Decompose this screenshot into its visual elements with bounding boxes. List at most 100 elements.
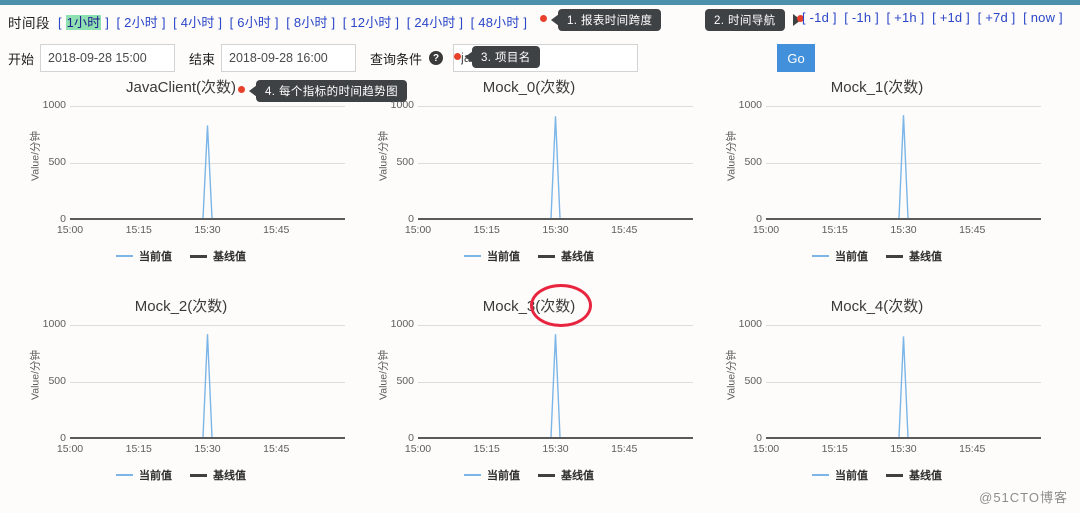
legend-item[interactable]: 当前值 [116, 248, 172, 264]
legend-swatch-icon [190, 254, 207, 258]
time-range-option-label: 8小时 [293, 14, 328, 30]
chart-title: Mock_2(次数) [134, 298, 228, 315]
callout-3-dot [454, 53, 461, 60]
x-axis-tick: 15:30 [542, 443, 569, 455]
plot-area-wrapper: Value/分钟 0 500 1000 15:00 15:15 15:30 15:45 当前值基… [356, 99, 702, 263]
legend-swatch-icon [886, 473, 903, 477]
x-axis-tick-group: 15:00 15:15 15:30 15:45 [405, 224, 693, 240]
legend-item[interactable]: 基线值 [190, 467, 246, 483]
legend-item[interactable]: 基线值 [886, 248, 942, 264]
time-nav-+1d[interactable]: [ +1d ] [932, 10, 970, 25]
legend-item[interactable]: 基线值 [886, 467, 942, 483]
series-line-当前值 [70, 334, 345, 439]
x-axis-tick: 15:45 [611, 224, 638, 236]
chart-card: Mock_4(次数) Value/分钟 0 500 1000 15:00 15:15 15:3… [704, 295, 1050, 513]
legend-swatch-icon [464, 255, 481, 257]
x-axis-tick: 15:30 [194, 224, 221, 236]
x-axis-line [418, 437, 693, 439]
x-axis-line [70, 218, 345, 220]
time-range-option-24小时[interactable]: [ 24小时 ] [407, 15, 464, 30]
time-nav-label: +1h [894, 10, 917, 25]
time-range-option-4小时[interactable]: [ 4小时 ] [173, 15, 222, 30]
time-nav-label: +7d [985, 10, 1008, 25]
chart-title: JavaClient(次数) [125, 79, 237, 96]
x-axis-tick-group: 15:00 15:15 15:30 15:45 [57, 224, 345, 240]
x-axis-tick-group: 15:00 15:15 15:30 15:45 [753, 443, 1041, 459]
legend-label: 基线值 [909, 470, 942, 482]
time-nav-label: -1h [851, 10, 872, 25]
plot-area-wrapper: Value/分钟 0 500 1000 15:00 15:15 15:30 15:45 当前值基… [8, 318, 354, 482]
legend-item[interactable]: 基线值 [538, 467, 594, 483]
y-axis-tick: 500 [744, 375, 762, 387]
help-icon[interactable]: ? [429, 51, 444, 65]
series-canvas [766, 336, 1041, 439]
end-datetime-input[interactable] [221, 44, 357, 72]
legend-swatch-icon [190, 473, 207, 477]
legend-item[interactable]: 基线值 [538, 248, 594, 264]
legend-swatch-icon [116, 255, 133, 257]
legend-item[interactable]: 当前值 [812, 248, 868, 264]
legend-item[interactable]: 当前值 [812, 467, 868, 483]
bracket-close: ] [101, 14, 110, 30]
time-range-label: 时间段 [8, 15, 50, 31]
bracket-close: ] [455, 14, 464, 30]
chart-card: Mock_3(次数) Value/分钟 0 500 1000 15:00 15:15 15:3… [356, 295, 702, 513]
y-axis-tick: 1000 [42, 99, 66, 111]
time-range-option-12小时[interactable]: [ 12小时 ] [343, 15, 400, 30]
series-canvas [418, 334, 693, 439]
legend-label: 当前值 [487, 251, 520, 263]
x-axis-tick-group: 15:00 15:15 15:30 15:45 [405, 443, 693, 459]
start-datetime-input[interactable] [40, 44, 176, 72]
x-axis-tick: 15:00 [56, 443, 84, 455]
legend-label: 当前值 [139, 470, 172, 482]
time-nav-now[interactable]: [ now ] [1023, 10, 1063, 25]
y-axis-tick: 1000 [738, 318, 762, 330]
x-axis-line [766, 437, 1041, 439]
x-axis-tick: 15:30 [890, 224, 917, 236]
callout-3-text: 3. 项目名 [481, 52, 531, 64]
time-range-option-label: 1小时 [65, 14, 102, 30]
legend-item[interactable]: 基线值 [190, 248, 246, 264]
time-range-option-1小时[interactable]: [ 1小时 ] [58, 14, 110, 30]
x-axis-tick: 15:30 [194, 443, 221, 455]
chart-legend: 当前值 基线值 [8, 248, 354, 264]
time-range-option-label: 12小时 [350, 14, 392, 30]
legend-item[interactable]: 当前值 [464, 248, 520, 264]
chart-card: JavaClient(次数) Value/分钟 0 500 1000 15:00 15:15… [8, 76, 354, 294]
time-range-option-2小时[interactable]: [ 2小时 ] [117, 15, 166, 30]
y-axis-tick: 1000 [42, 318, 66, 330]
legend-swatch-icon [886, 254, 903, 258]
legend-swatch-icon [116, 474, 133, 476]
x-axis-tick: 15:00 [752, 443, 780, 455]
x-axis-tick: 15:15 [821, 224, 848, 236]
time-nav-+1h[interactable]: [ +1h ] [887, 10, 925, 25]
callout-2-text: 2. 时间导航 [714, 15, 776, 27]
chart-card: Mock_0(次数) Value/分钟 0 500 1000 15:00 15:15 15:3… [356, 76, 702, 294]
callout-1: 1. 报表时间跨度 [551, 9, 662, 31]
legend-item[interactable]: 当前值 [116, 467, 172, 483]
time-range-option-8小时[interactable]: [ 8小时 ] [286, 15, 335, 30]
x-axis-line [418, 218, 693, 220]
time-nav-+7d[interactable]: [ +7d ] [978, 10, 1016, 25]
time-range-option-label: 2小时 [124, 14, 159, 30]
plot-area [766, 325, 1041, 439]
time-nav--1d[interactable]: [ -1d ] [802, 10, 837, 25]
time-range-option-6小时[interactable]: [ 6小时 ] [230, 15, 279, 30]
chart-legend: 当前值 基线值 [704, 467, 1050, 483]
y-axis-tick: 500 [48, 375, 66, 387]
time-nav--1h[interactable]: [ -1h ] [844, 10, 879, 25]
bracket-open: [ [58, 14, 66, 30]
y-axis-tick: 500 [744, 156, 762, 168]
y-axis-tick: 1000 [390, 99, 414, 111]
go-button[interactable]: Go [777, 44, 816, 72]
query-condition-label: 查询条件 [370, 51, 423, 67]
chart-title: Mock_3(次数) [482, 298, 576, 315]
time-range-option-48小时[interactable]: [ 48小时 ] [471, 15, 528, 30]
bracket-close: ] [158, 14, 166, 30]
legend-item[interactable]: 当前值 [464, 467, 520, 483]
legend-label: 基线值 [213, 251, 246, 263]
series-line-当前值 [70, 125, 345, 220]
time-nav-label: now [1030, 10, 1056, 25]
legend-label: 当前值 [835, 251, 868, 263]
plot-area-wrapper: Value/分钟 0 500 1000 15:00 15:15 15:30 15:45 当前值基… [704, 318, 1050, 482]
